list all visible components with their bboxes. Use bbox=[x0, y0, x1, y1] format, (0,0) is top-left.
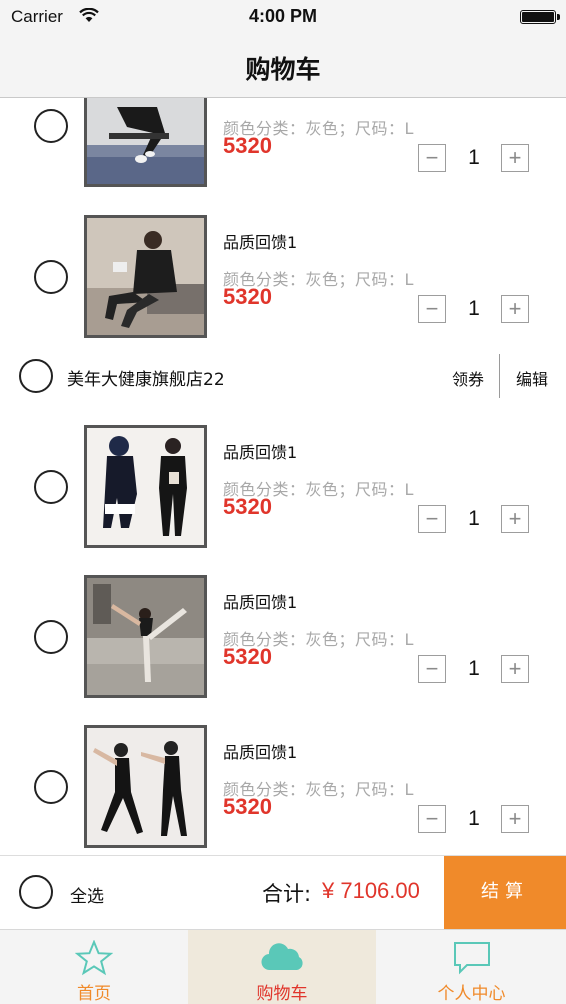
tab-label: 首页 bbox=[77, 984, 111, 1004]
decrease-qty-button[interactable]: − bbox=[418, 144, 446, 172]
item-select-radio[interactable] bbox=[34, 109, 68, 143]
star-icon bbox=[0, 939, 188, 976]
clock: 4:00 PM bbox=[248, 6, 318, 26]
tab-home[interactable]: 首页 bbox=[0, 930, 188, 1004]
select-all-radio[interactable] bbox=[19, 875, 53, 909]
item-select-radio[interactable] bbox=[34, 770, 68, 804]
product-price: 5320 bbox=[223, 644, 272, 669]
product-price: 5320 bbox=[223, 284, 272, 309]
increase-qty-button[interactable]: + bbox=[501, 805, 529, 833]
product-name[interactable]: 品质回馈1 bbox=[223, 739, 297, 763]
decrease-qty-button[interactable]: − bbox=[418, 505, 446, 533]
cart-item: 品质回馈1 颜色分类：灰色；尺码：L 5320 − 1 + bbox=[0, 425, 566, 549]
cart-item: 品质回馈1 颜色分类：灰色；尺码：L 5320 − 1 + bbox=[0, 215, 566, 339]
quantity-value: 1 bbox=[468, 297, 480, 320]
decrease-qty-button[interactable]: − bbox=[418, 295, 446, 323]
tab-bar: 首页 购物车 个人中心 bbox=[0, 929, 566, 1004]
store-select-radio[interactable] bbox=[19, 359, 53, 393]
increase-qty-button[interactable]: + bbox=[501, 295, 529, 323]
quantity-value: 1 bbox=[468, 807, 480, 830]
product-image[interactable] bbox=[84, 575, 207, 698]
increase-qty-button[interactable]: + bbox=[501, 144, 529, 172]
chat-bubble-icon bbox=[377, 940, 566, 976]
status-bar: Carrier 4:00 PM bbox=[0, 0, 566, 34]
battery-icon bbox=[520, 10, 560, 24]
total-label: 合计: bbox=[262, 882, 312, 906]
cart-list[interactable]: 颜色分类：灰色；尺码：L 5320 − 1 + 品质回馈1 颜色分类：灰色；尺码… bbox=[0, 98, 566, 855]
tab-label: 个人中心 bbox=[437, 984, 506, 1004]
product-name[interactable]: 品质回馈1 bbox=[223, 589, 297, 613]
product-name[interactable]: 品质回馈1 bbox=[223, 229, 297, 253]
product-price: 5320 bbox=[223, 494, 272, 519]
tab-cart[interactable]: 购物车 bbox=[188, 930, 376, 1004]
product-price: 5320 bbox=[223, 133, 272, 158]
quantity-value: 1 bbox=[468, 507, 480, 530]
product-image[interactable] bbox=[84, 215, 207, 338]
increase-qty-button[interactable]: + bbox=[501, 655, 529, 683]
product-image[interactable] bbox=[84, 425, 207, 548]
product-image[interactable] bbox=[84, 98, 207, 187]
decrease-qty-button[interactable]: − bbox=[418, 655, 446, 683]
cart-item: 颜色分类：灰色；尺码：L 5320 − 1 + bbox=[0, 98, 566, 188]
quantity-value: 1 bbox=[468, 146, 480, 169]
checkout-bar: 全选 合计: ¥ 7106.00 结算 bbox=[0, 855, 566, 930]
cart-item: 品质回馈1 颜色分类：灰色；尺码：L 5320 − 1 + bbox=[0, 725, 566, 849]
item-select-radio[interactable] bbox=[34, 470, 68, 504]
quantity-value: 1 bbox=[468, 657, 480, 680]
page-title: 购物车 bbox=[245, 55, 321, 84]
product-name[interactable]: 品质回馈1 bbox=[223, 439, 297, 463]
nav-bar: 购物车 bbox=[0, 34, 566, 98]
select-all-label[interactable]: 全选 bbox=[70, 882, 104, 907]
item-select-radio[interactable] bbox=[34, 620, 68, 654]
checkout-button[interactable]: 结算 bbox=[444, 856, 566, 930]
total-amount: ¥ 7106.00 bbox=[322, 878, 420, 903]
product-image[interactable] bbox=[84, 725, 207, 848]
edit-button[interactable]: 编辑 bbox=[516, 366, 548, 390]
tab-profile[interactable]: 个人中心 bbox=[377, 930, 566, 1004]
store-header: 美年大健康旗舰店22 领券 编辑 bbox=[0, 348, 566, 404]
increase-qty-button[interactable]: + bbox=[501, 505, 529, 533]
decrease-qty-button[interactable]: − bbox=[418, 805, 446, 833]
tab-label: 购物车 bbox=[256, 984, 308, 1004]
item-select-radio[interactable] bbox=[34, 260, 68, 294]
cart-item: 品质回馈1 颜色分类：灰色；尺码：L 5320 − 1 + bbox=[0, 575, 566, 699]
store-name[interactable]: 美年大健康旗舰店22 bbox=[67, 365, 225, 390]
cloud-icon bbox=[188, 940, 376, 976]
divider bbox=[499, 354, 500, 398]
coupon-button[interactable]: 领券 bbox=[452, 366, 484, 390]
product-price: 5320 bbox=[223, 794, 272, 819]
